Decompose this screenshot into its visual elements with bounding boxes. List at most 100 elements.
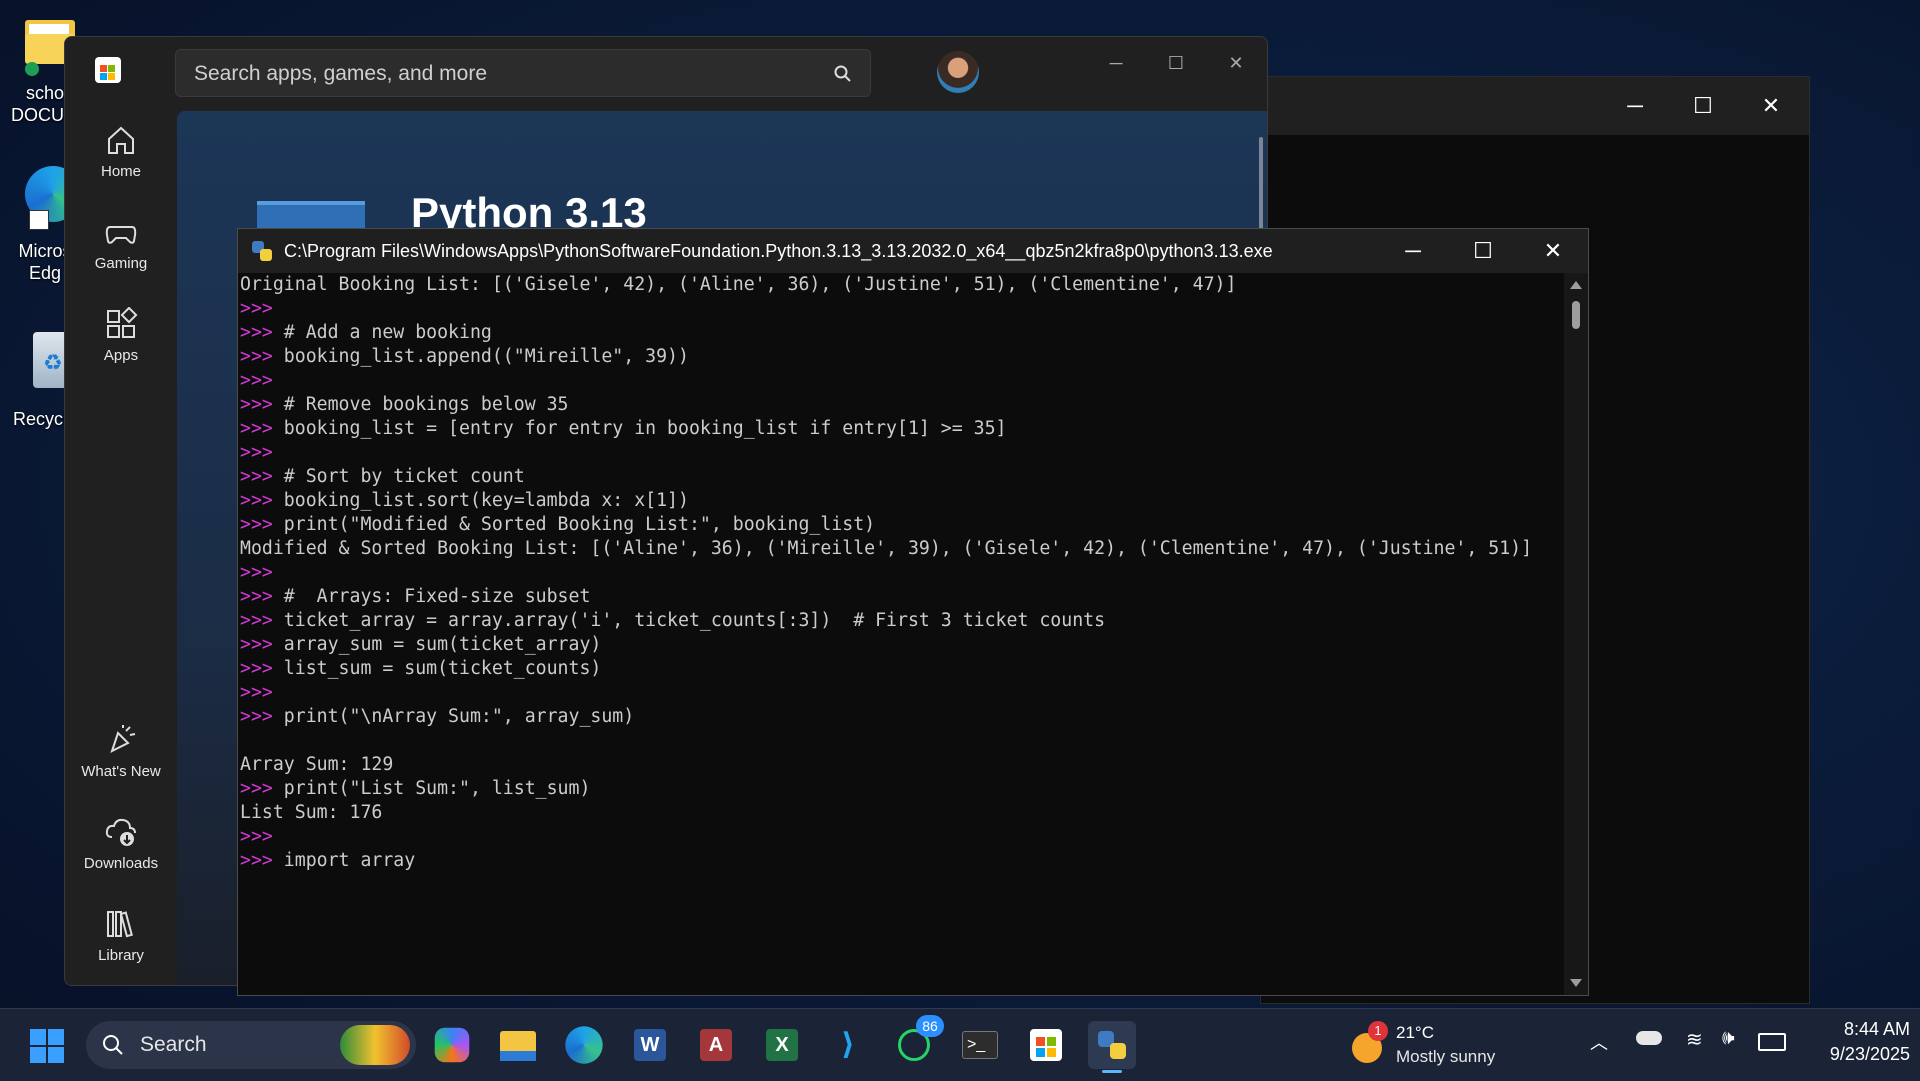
terminal-icon[interactable]: >_ <box>956 1021 1004 1069</box>
nav-apps[interactable]: Apps <box>65 307 177 364</box>
console-text: # Arrays: Fixed-size subset <box>272 586 591 607</box>
downloads-icon <box>105 818 136 846</box>
scroll-up-arrow[interactable] <box>1570 281 1582 289</box>
console-output[interactable]: Original Booking List: [('Gisele', 42), … <box>240 273 1564 995</box>
store-search-input[interactable]: Search apps, games, and more <box>175 49 871 97</box>
prompt-marker: >>> <box>240 466 273 487</box>
python-icon[interactable] <box>1088 1021 1136 1073</box>
gamepad-icon <box>105 226 137 244</box>
clock[interactable]: 8:44 AM 9/23/2025 <box>1800 1019 1910 1065</box>
minimize-button[interactable]: ─ <box>1601 77 1669 135</box>
nav-gaming[interactable]: Gaming <box>65 215 177 272</box>
console-line: >>> <box>240 561 1564 585</box>
weather-widget[interactable]: 1 21°C Mostly sunny <box>1350 1019 1520 1071</box>
console-line: >>> # Sort by ticket count <box>240 465 1564 489</box>
console-text: booking_list = [entry for entry in booki… <box>272 418 1007 439</box>
wifi-icon[interactable]: ≋ <box>1686 1027 1703 1052</box>
console-line: >>> booking_list = [entry for entry in b… <box>240 417 1564 441</box>
console-line: List Sum: 176 <box>240 801 1564 825</box>
taskbar-search[interactable]: Search <box>86 1021 416 1069</box>
apps-icon <box>107 307 138 338</box>
copilot-icon[interactable] <box>434 1027 470 1063</box>
access-icon[interactable]: A <box>692 1021 740 1069</box>
whatsapp-icon[interactable]: 86 <box>890 1015 944 1069</box>
weather-desc: Mostly sunny <box>1396 1047 1496 1066</box>
console-text: import array <box>272 850 416 871</box>
prompt-marker: >>> <box>240 442 273 463</box>
nav-home-label: Home <box>100 163 141 180</box>
store-icon[interactable] <box>1022 1021 1070 1069</box>
nav-library[interactable]: Library <box>65 907 177 964</box>
maximize-button[interactable]: ☐ <box>1669 77 1737 135</box>
close-button[interactable]: ✕ <box>1518 229 1588 273</box>
store-nav-rail: Home Gaming Apps What's New Downloads Li… <box>65 37 177 985</box>
library-icon <box>107 911 133 938</box>
console-text: print("List Sum:", list_sum) <box>272 778 591 799</box>
maximize-button[interactable]: ☐ <box>1149 37 1203 89</box>
console-line: >>> <box>240 825 1564 849</box>
store-logo-icon <box>95 57 121 83</box>
excel-icon[interactable]: X <box>758 1021 806 1069</box>
nav-downloads[interactable]: Downloads <box>65 815 177 872</box>
nav-apps-label: Apps <box>103 347 139 364</box>
weather-badge: 1 <box>1368 1021 1388 1041</box>
console-line: >>> print("\nArray Sum:", array_sum) <box>240 705 1564 729</box>
scroll-down-arrow[interactable] <box>1570 979 1582 987</box>
word-icon[interactable]: W <box>626 1021 674 1069</box>
weather-temp: 21°C <box>1396 1023 1434 1042</box>
volume-icon[interactable]: 🕪 <box>1722 1027 1735 1050</box>
windows-start-button[interactable] <box>24 1021 72 1069</box>
console-text: Original Booking List: [('Gisele', 42), … <box>240 274 1237 295</box>
prompt-marker: >>> <box>240 418 273 439</box>
console-line: >>> <box>240 369 1564 393</box>
console-text: print("\nArray Sum:", array_sum) <box>272 706 635 727</box>
console-text: booking_list.append(("Mireille", 39)) <box>272 346 689 367</box>
scroll-thumb[interactable] <box>1572 301 1580 329</box>
file-explorer-icon[interactable] <box>494 1021 542 1069</box>
edge-icon[interactable] <box>565 1026 603 1064</box>
nav-home[interactable]: Home <box>65 123 177 180</box>
prompt-marker: >>> <box>240 658 273 679</box>
console-text: Modified & Sorted Booking List: [('Aline… <box>240 538 1533 559</box>
minimize-button[interactable]: ─ <box>1089 37 1143 89</box>
nav-library-label: Library <box>98 947 144 964</box>
search-icon[interactable] <box>834 65 852 83</box>
vertical-scrollbar[interactable] <box>1564 273 1588 995</box>
prompt-marker: >>> <box>240 778 273 799</box>
whats-new-icon <box>110 725 136 753</box>
python-icon <box>252 241 272 261</box>
prompt-marker: >>> <box>240 490 273 511</box>
taskbar: Search W A X ⟩ 86 >_ 1 21°C Mostly sunny… <box>0 1008 1920 1081</box>
console-line: Array Sum: 129 <box>240 753 1564 777</box>
console-line: >>> print("Modified & Sorted Booking Lis… <box>240 513 1564 537</box>
prompt-marker: >>> <box>240 634 273 655</box>
console-text: booking_list.sort(key=lambda x: x[1]) <box>272 490 689 511</box>
prompt-marker: >>> <box>240 346 273 367</box>
python-console-window[interactable]: C:\Program Files\WindowsApps\PythonSoftw… <box>237 228 1589 996</box>
console-line: >>> booking_list.append(("Mireille", 39)… <box>240 345 1564 369</box>
console-text: # Remove bookings below 35 <box>272 394 569 415</box>
console-line: >>> import array <box>240 849 1564 873</box>
vscode-icon[interactable]: ⟩ <box>824 1021 872 1069</box>
nav-whats-new-label: What's New <box>81 763 161 780</box>
show-hidden-icons-chevron-icon[interactable]: ︿ <box>1590 1029 1608 1055</box>
battery-icon[interactable] <box>1758 1033 1786 1051</box>
minimize-button[interactable]: ─ <box>1378 229 1448 273</box>
console-text: # Add a new booking <box>272 322 492 343</box>
home-icon <box>108 126 134 154</box>
maximize-button[interactable]: ☐ <box>1448 229 1518 273</box>
console-line: >>> array_sum = sum(ticket_array) <box>240 633 1564 657</box>
taskbar-search-label: Search <box>140 1033 207 1056</box>
console-line: >>> # Arrays: Fixed-size subset <box>240 585 1564 609</box>
console-text: print("Modified & Sorted Booking List:",… <box>272 514 876 535</box>
onedrive-icon[interactable] <box>1636 1031 1662 1045</box>
close-button[interactable]: ✕ <box>1209 37 1263 89</box>
console-line: >>> # Add a new booking <box>240 321 1564 345</box>
prompt-marker: >>> <box>240 322 273 343</box>
avatar[interactable] <box>937 51 979 93</box>
clock-date: 9/23/2025 <box>1829 1044 1910 1064</box>
close-button[interactable]: ✕ <box>1737 77 1805 135</box>
nav-whats-new[interactable]: What's New <box>65 723 177 780</box>
window-title: C:\Program Files\WindowsApps\PythonSoftw… <box>284 241 1273 261</box>
